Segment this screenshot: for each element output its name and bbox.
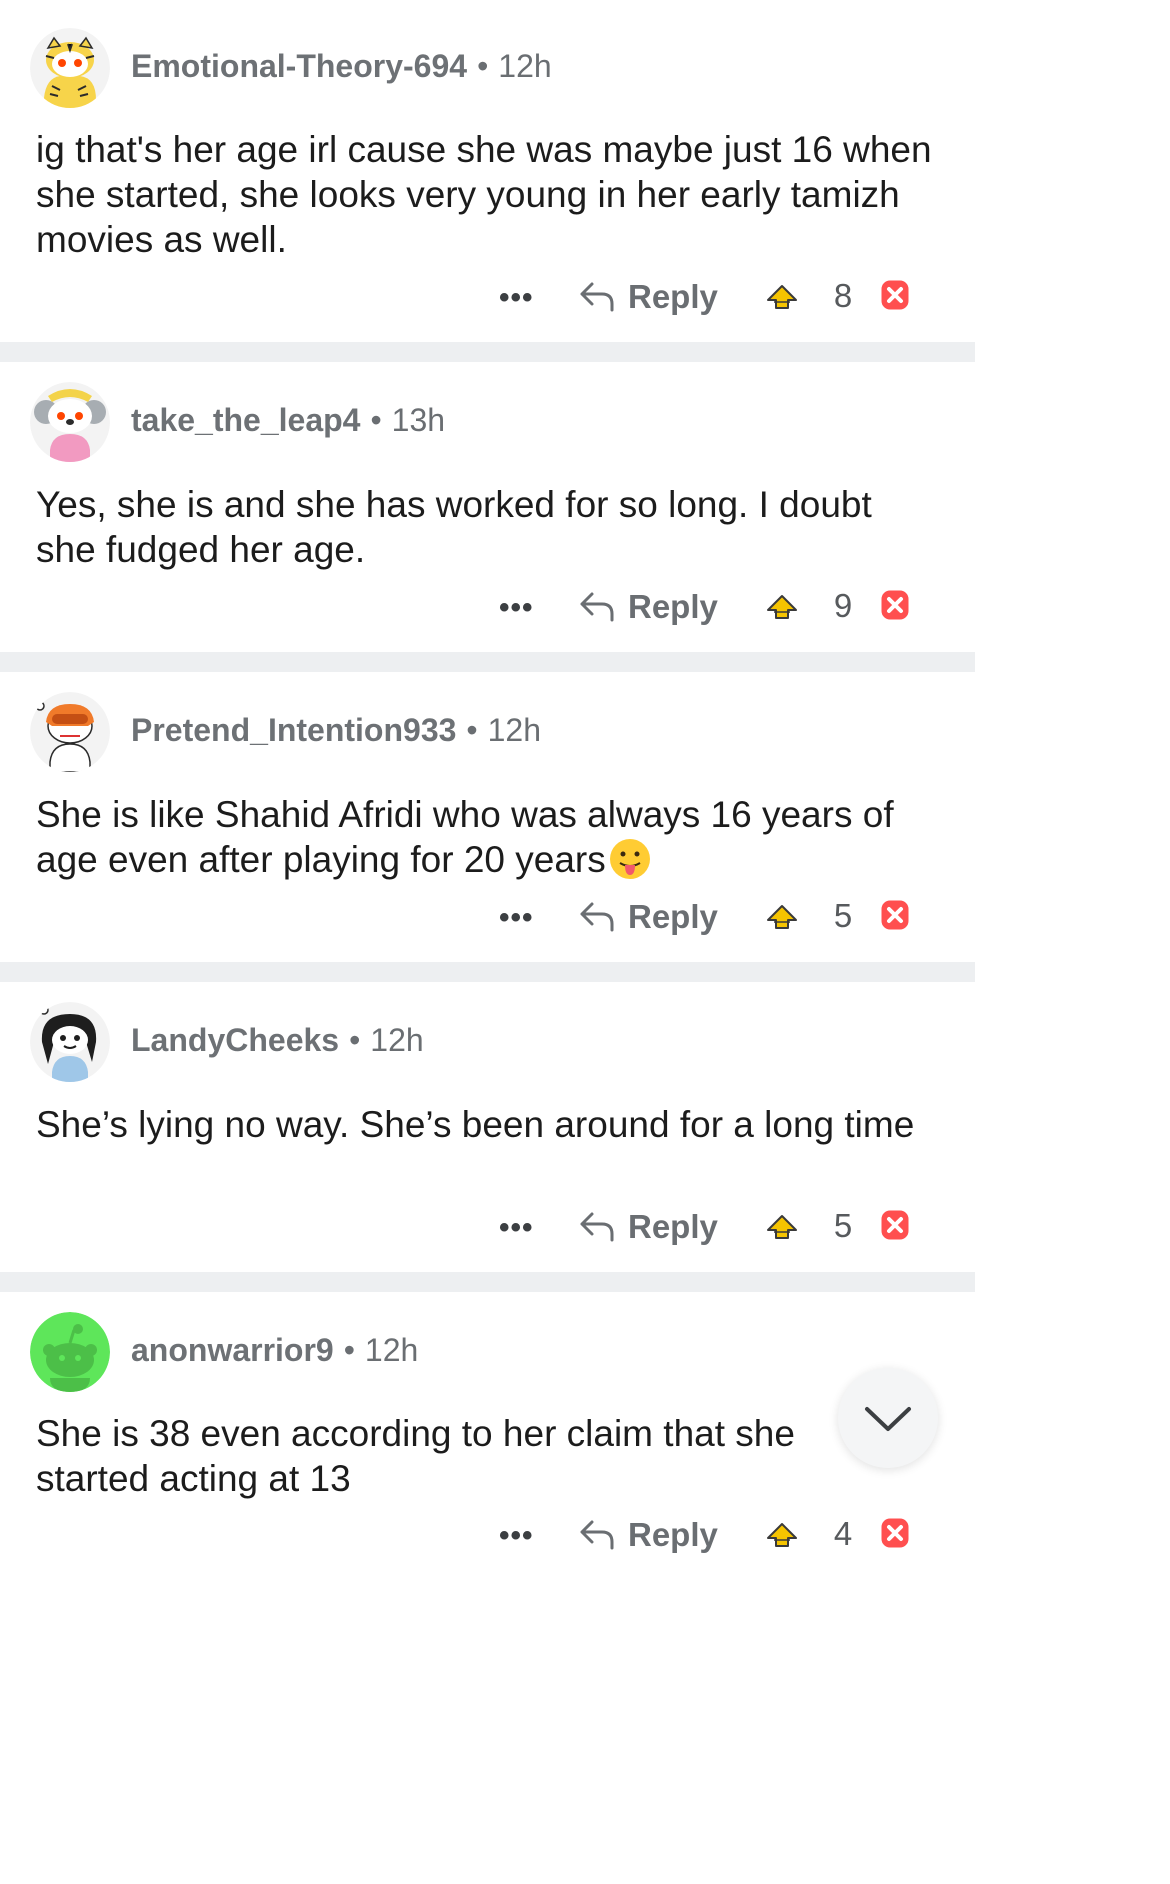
downvote-x-icon[interactable]: [876, 275, 914, 315]
comment-body: ig that's her age irl cause she was mayb…: [36, 129, 932, 260]
separator-dot: •: [466, 712, 478, 748]
more-options-button[interactable]: •••: [499, 591, 534, 625]
comment-meta: LandyCheeks • 12h: [131, 1022, 424, 1059]
upvote-arrow-icon[interactable]: [764, 900, 800, 934]
vote-score: 5: [833, 897, 853, 934]
reply-arrow-icon: [580, 902, 614, 932]
chevron-down-icon: [865, 1407, 911, 1431]
goggles-snoo-avatar-icon[interactable]: [30, 692, 110, 772]
username[interactable]: LandyCheeks: [131, 1022, 339, 1058]
comment-meta: take_the_leap4 • 13h: [131, 402, 445, 439]
comment-body: She is like Shahid Afridi who was always…: [36, 792, 936, 882]
comment-divider: [0, 962, 975, 982]
comment-body: Yes, she is and she has worked for so lo…: [36, 484, 872, 570]
username[interactable]: Emotional-Theory-694: [131, 48, 467, 84]
comment-meta: Emotional-Theory-694 • 12h: [131, 48, 552, 85]
reply-label: Reply: [628, 1516, 718, 1553]
comment-actions: ••• Reply 5: [0, 1197, 975, 1257]
downvote-x-icon[interactable]: [876, 895, 914, 935]
reply-arrow-icon: [580, 282, 614, 312]
upvote-arrow-icon[interactable]: [764, 280, 800, 314]
default-green-snoo-avatar-icon[interactable]: [30, 1312, 110, 1392]
vote-score: 8: [833, 277, 853, 314]
reply-button[interactable]: Reply: [578, 1505, 718, 1565]
reply-label: Reply: [628, 278, 718, 315]
separator-dot: •: [349, 1022, 361, 1058]
vote-score: 9: [833, 587, 853, 624]
more-options-button[interactable]: •••: [499, 901, 534, 935]
reply-button[interactable]: Reply: [578, 577, 718, 637]
vote-score: 4: [833, 1515, 853, 1552]
more-options-button[interactable]: •••: [499, 281, 534, 315]
tongue-out-emoji-icon: [609, 839, 650, 879]
username[interactable]: take_the_leap4: [131, 402, 360, 438]
upvote-arrow-icon[interactable]: [764, 590, 800, 624]
more-options-button[interactable]: •••: [499, 1519, 534, 1553]
dark-hair-snoo-avatar-icon[interactable]: [30, 1002, 110, 1082]
reply-arrow-icon: [580, 1212, 614, 1242]
timestamp: 12h: [370, 1022, 424, 1058]
comment-divider: [0, 342, 975, 362]
koala-snoo-avatar-icon[interactable]: [30, 382, 110, 462]
reply-arrow-icon: [580, 592, 614, 622]
comment-meta: Pretend_Intention933 • 12h: [131, 712, 541, 749]
timestamp: 13h: [391, 402, 446, 438]
separator-dot: •: [370, 402, 382, 438]
comment-body: She is 38 even according to her claim th…: [36, 1413, 795, 1499]
comment-actions: ••• Reply 9: [0, 577, 975, 637]
comment-actions: ••• Reply 5: [0, 887, 975, 947]
reply-arrow-icon: [580, 1520, 614, 1550]
comment-divider: [0, 1272, 975, 1292]
scroll-down-button[interactable]: [838, 1368, 938, 1468]
reply-label: Reply: [628, 1208, 718, 1245]
more-options-button[interactable]: •••: [499, 1211, 534, 1245]
comment-divider: [0, 652, 975, 672]
comment-actions: ••• Reply 4: [0, 1505, 975, 1565]
comment: Pretend_Intention933 • 12h She is like Sha…: [0, 672, 975, 962]
timestamp: 12h: [498, 48, 552, 84]
comment-body: She’s lying no way. She’s been around fo…: [36, 1104, 915, 1145]
comment-meta: anonwarrior9 • 12h: [131, 1332, 418, 1369]
separator-dot: •: [477, 48, 489, 84]
upvote-arrow-icon[interactable]: [764, 1210, 800, 1244]
upvote-arrow-icon[interactable]: [764, 1518, 800, 1552]
reply-button[interactable]: Reply: [578, 267, 718, 327]
comment-thread: Emotional-Theory-694 • 12h ig that's her a…: [0, 0, 975, 1884]
downvote-x-icon[interactable]: [876, 585, 914, 625]
comment: anonwarrior9 • 12h She is 38 even accordin…: [0, 1292, 975, 1884]
comment-body-text: She is like Shahid Afridi who was always…: [36, 794, 894, 880]
reply-label: Reply: [628, 898, 718, 935]
username[interactable]: anonwarrior9: [131, 1332, 334, 1368]
reply-button[interactable]: Reply: [578, 1197, 718, 1257]
separator-dot: •: [343, 1332, 355, 1368]
reply-label: Reply: [628, 588, 718, 625]
timestamp: 12h: [364, 1332, 419, 1368]
tiger-snoo-avatar-icon[interactable]: [30, 28, 110, 108]
comment: Emotional-Theory-694 • 12h ig that's her a…: [0, 0, 975, 342]
comment: take_the_leap4 • 13h Yes, she is and she h…: [0, 362, 975, 652]
downvote-x-icon[interactable]: [876, 1205, 914, 1245]
comment-actions: ••• Reply 8: [0, 267, 975, 327]
downvote-x-icon[interactable]: [876, 1513, 914, 1553]
comment: LandyCheeks • 12h She’s lying no way. She’…: [0, 982, 975, 1272]
timestamp: 12h: [487, 712, 541, 748]
username[interactable]: Pretend_Intention933: [131, 712, 456, 748]
reply-button[interactable]: Reply: [578, 887, 718, 947]
vote-score: 5: [833, 1207, 853, 1244]
